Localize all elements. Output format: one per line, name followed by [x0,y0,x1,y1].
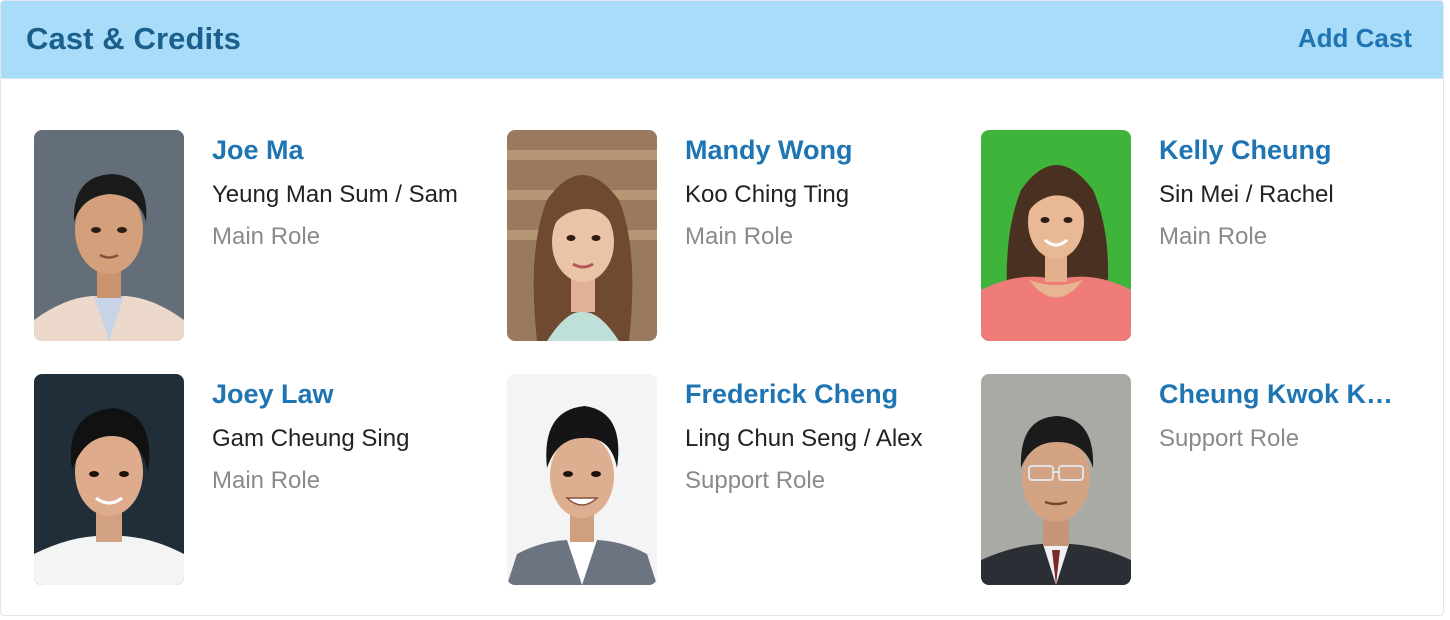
cast-card: Frederick Cheng Ling Chun Seng / Alex Su… [507,374,967,586]
portrait-photo[interactable] [507,374,657,585]
portrait-photo[interactable] [981,374,1131,585]
cast-card: Joe Ma Yeung Man Sum / Sam Main Role [34,130,494,342]
portrait-photo[interactable] [507,130,657,341]
panel-title: Cast & Credits [26,21,242,56]
cast-card: Kelly Cheung Sin Mei / Rachel Main Role [981,130,1441,342]
panel-header: Cast & Credits Add Cast [1,1,1443,79]
cast-card: Joey Law Gam Cheung Sing Main Role [34,374,494,586]
character-name: Yeung Man Sum / Sam [212,181,458,208]
portrait-photo[interactable] [34,374,184,585]
role-type: Main Role [212,223,321,250]
cast-name-link[interactable]: Frederick Cheng [685,379,898,410]
cast-card: Mandy Wong Koo Ching Ting Main Role [507,130,967,342]
portrait-photo[interactable] [981,130,1131,341]
add-cast-link[interactable]: Add Cast [1298,23,1412,54]
cast-name-link[interactable]: Cheung Kwok Ke... [1159,379,1399,410]
character-name: Sin Mei / Rachel [1159,181,1334,208]
cast-card: Cheung Kwok Ke... Support Role [981,374,1441,586]
cast-name-link[interactable]: Mandy Wong [685,135,852,166]
character-name: Gam Cheung Sing [212,425,410,452]
role-type: Support Role [1159,425,1300,452]
portrait-photo[interactable] [34,130,184,341]
cast-credits-panel: Cast & Credits Add Cast Joe Ma Yeung Man… [0,0,1444,616]
role-type: Main Role [1159,223,1268,250]
character-name: Ling Chun Seng / Alex [685,425,923,452]
role-type: Main Role [212,467,321,494]
role-type: Main Role [685,223,794,250]
character-name: Koo Ching Ting [685,181,850,208]
role-type: Support Role [685,467,826,494]
cast-name-link[interactable]: Joe Ma [212,135,304,166]
cast-name-link[interactable]: Joey Law [212,379,334,410]
cast-name-link[interactable]: Kelly Cheung [1159,135,1332,166]
